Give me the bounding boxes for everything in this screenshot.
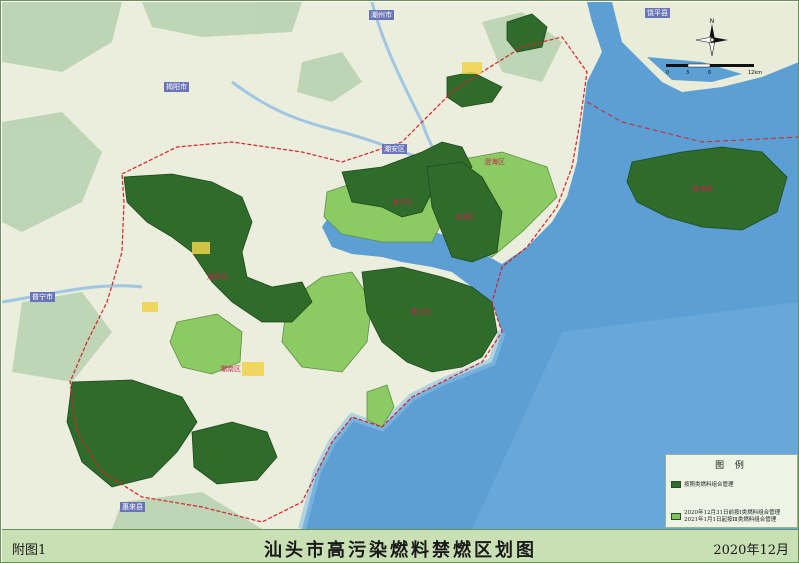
scale-tick-1: 3 — [686, 70, 689, 76]
legend-title: 图 例 — [715, 461, 748, 471]
scale-bar: 0 3 6 12km — [664, 62, 764, 80]
map-label-chaoan: 潮安区 — [382, 144, 407, 154]
scale-bar-graphic: 0 3 6 12km — [666, 63, 762, 76]
map-canvas[interactable]: 饶平县 潮州市 揭阳市 潮安区 普宁市 惠来县 澄海区 龙湖区 金平区 濠江区 … — [2, 2, 798, 529]
map-label-chaozhou: 潮州市 — [369, 10, 394, 20]
map-footer: 附图1 汕头市高污染燃料禁燃区划图 2020年12月 — [2, 529, 798, 562]
map-label-puning: 普宁市 — [30, 292, 55, 302]
map-label-chenghai: 澄海区 — [484, 158, 505, 166]
map-label-jinping: 金平区 — [392, 198, 413, 206]
legend-swatch-light — [671, 513, 681, 520]
map-label-chaonan: 潮南区 — [220, 365, 241, 373]
compass-rose: N — [695, 18, 729, 62]
legend-swatch-dark — [671, 481, 681, 488]
scale-tick-2: 6 — [708, 70, 711, 76]
scale-tick-3: 12km — [748, 70, 762, 76]
legend-box: 图 例 按照类燃料组合管理 2020年12月31日前按Ⅰ类燃料组合管理 2021… — [665, 454, 798, 528]
compass-icon: N — [695, 18, 728, 57]
legend-label-dark: 按照类燃料组合管理 — [684, 482, 734, 488]
legend-item-dark: 按照类燃料组合管理 — [671, 481, 734, 489]
scale-tick-0: 0 — [666, 70, 669, 76]
map-title: 汕头市高污染燃料禁燃区划图 — [264, 540, 537, 561]
map-frame: 饶平县 潮州市 揭阳市 潮安区 普宁市 惠来县 澄海区 龙湖区 金平区 濠江区 … — [0, 0, 799, 563]
legend-item-light: 2020年12月31日前按Ⅰ类燃料组合管理 2021年1月1日起按Ⅲ类燃料组合管… — [671, 503, 780, 524]
map-label-longhu: 龙湖区 — [454, 213, 475, 221]
map-label-haojiang: 濠江区 — [410, 308, 431, 316]
map-label-raoping: 饶平县 — [645, 8, 670, 18]
map-label-huilai: 惠来县 — [120, 502, 145, 512]
map-label-chaoyang: 潮阳区 — [207, 273, 228, 281]
map-svg — [2, 2, 798, 529]
map-date: 2020年12月 — [713, 543, 789, 558]
map-label-nanao: 南澳县 — [692, 185, 713, 193]
legend-label-light: 2020年12月31日前按Ⅰ类燃料组合管理 2021年1月1日起按Ⅲ类燃料组合管… — [684, 510, 781, 523]
compass-north-label: N — [710, 18, 715, 25]
map-label-jieyang: 揭阳市 — [164, 82, 189, 92]
